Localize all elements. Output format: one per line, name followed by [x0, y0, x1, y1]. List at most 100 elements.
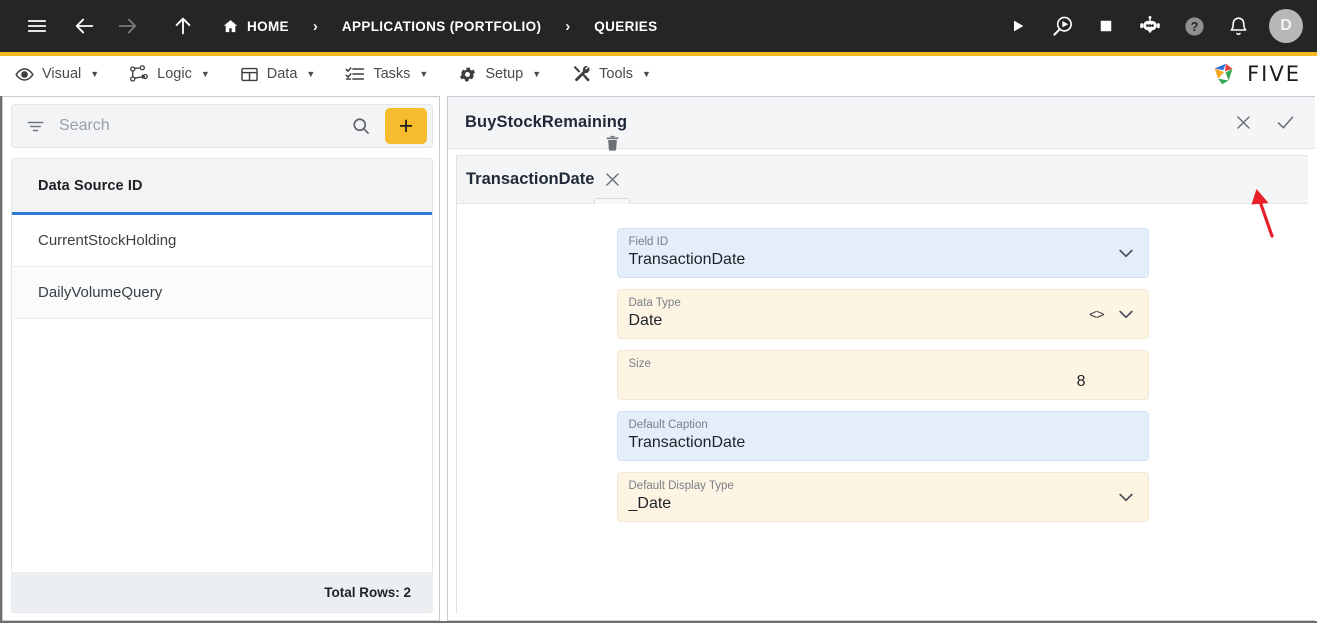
delete-button[interactable] — [594, 126, 630, 162]
help-icon[interactable]: ? — [1177, 9, 1211, 43]
menu-label-tools: Tools — [599, 66, 633, 82]
breadcrumb-separator: › — [565, 17, 571, 35]
total-rows-footer: Total Rows: 2 — [11, 572, 433, 612]
add-button[interactable]: + — [385, 108, 427, 144]
field-label: Data Type — [628, 297, 681, 309]
field-field-id[interactable]: Field ID TransactionDate — [616, 228, 1149, 278]
grid-icon — [240, 65, 259, 84]
application-window: HOME › APPLICATIONS (PORTFOLIO) › QUERIE… — [0, 0, 1317, 623]
field-controls — [1116, 473, 1136, 521]
field-value: Date — [628, 312, 663, 329]
home-icon — [222, 18, 239, 35]
chevron-down-icon: ▼ — [419, 69, 429, 79]
gear-icon — [458, 65, 477, 84]
breadcrumb-item-queries[interactable]: QUERIES — [590, 19, 661, 34]
field-default-caption[interactable]: Default Caption TransactionDate — [616, 411, 1149, 461]
menu-tasks[interactable]: Tasks ▼ — [330, 56, 443, 92]
field-header: TransactionDate — [457, 135, 1308, 234]
field-value: _Date — [628, 495, 672, 512]
field-editor-panel: TransactionDate Field ID TransactionDate… — [456, 135, 1308, 614]
arrow-up-icon[interactable] — [166, 9, 200, 43]
data-source-grid: Data Source ID CurrentStockHolding Daily… — [11, 158, 433, 613]
menu-logic[interactable]: Logic ▼ — [114, 56, 225, 92]
field-value: TransactionDate — [628, 251, 746, 268]
chevron-down-icon: ▼ — [90, 69, 100, 79]
chevron-down-icon: ▼ — [642, 69, 651, 79]
field-label: Field ID — [628, 236, 669, 248]
stop-icon[interactable] — [1089, 9, 1123, 43]
menu-visual[interactable]: Visual ▼ — [0, 56, 114, 92]
search-icon[interactable] — [345, 116, 377, 136]
brand-logo: FIVE — [1210, 56, 1301, 92]
arrow-forward-icon[interactable] — [110, 9, 144, 43]
five-mark-icon — [1210, 60, 1240, 88]
table-row[interactable]: DailyVolumeQuery — [12, 267, 432, 319]
checklist-icon — [345, 64, 365, 84]
field-controls — [1116, 229, 1136, 277]
menu-label-setup: Setup — [485, 66, 524, 82]
topbar-actions: ? D — [1001, 0, 1303, 52]
field-data-type[interactable]: Data Type Date <> — [616, 289, 1149, 339]
table-row[interactable]: CurrentStockHolding — [12, 215, 432, 267]
breadcrumb-label-home: HOME — [247, 18, 289, 34]
filter-icon[interactable] — [26, 117, 45, 136]
svg-text:?: ? — [1190, 19, 1198, 33]
breadcrumb-item-applications[interactable]: APPLICATIONS (PORTFOLIO) — [338, 19, 545, 34]
row-label: CurrentStockHolding — [38, 232, 177, 249]
window-left-edge — [0, 96, 2, 623]
row-label: DailyVolumeQuery — [38, 284, 163, 301]
play-icon[interactable] — [1001, 9, 1035, 43]
menu-tools[interactable]: Tools ▼ — [556, 56, 666, 92]
brand-name: FIVE — [1247, 62, 1301, 86]
search-bar: + — [11, 104, 433, 148]
menu-label-tasks: Tasks — [373, 66, 411, 82]
record-header: BuyStockRemaining — [448, 97, 1315, 149]
eye-icon — [15, 65, 34, 84]
save-button[interactable] — [1267, 105, 1303, 141]
search-input[interactable] — [59, 117, 345, 135]
breadcrumb-item-home[interactable]: HOME — [218, 18, 293, 35]
column-header-data-source-id[interactable]: Data Source ID — [12, 178, 143, 194]
close-button[interactable] — [1225, 105, 1261, 141]
record-editor-panel: BuyStockRemaining TransactionDate Field … — [447, 96, 1315, 621]
menu-label-logic: Logic — [157, 66, 192, 82]
menu-label-visual: Visual — [42, 66, 82, 82]
bell-icon[interactable] — [1221, 9, 1255, 43]
menu-setup[interactable]: Setup ▼ — [443, 56, 556, 92]
hamburger-icon[interactable] — [20, 9, 54, 43]
chevron-down-icon[interactable] — [1116, 243, 1136, 263]
chevron-down-icon: ▼ — [532, 69, 542, 79]
avatar[interactable]: D — [1269, 9, 1303, 43]
arrow-back-icon[interactable] — [68, 9, 102, 43]
field-label: Size — [628, 358, 651, 370]
grid-header-row: Data Source ID — [12, 159, 432, 215]
menu-data[interactable]: Data ▼ — [225, 56, 331, 92]
chevron-down-icon[interactable] — [1116, 304, 1136, 324]
field-value: TransactionDate — [628, 434, 746, 451]
top-navigation-bar: HOME › APPLICATIONS (PORTFOLIO) › QUERIE… — [0, 0, 1317, 52]
navigation-arrows — [68, 9, 200, 43]
menu-label-data: Data — [266, 66, 298, 82]
breadcrumb: HOME › APPLICATIONS (PORTFOLIO) › QUERIE… — [218, 18, 662, 35]
chevron-down-icon: ▼ — [200, 69, 210, 79]
code-icon[interactable]: <> — [1089, 306, 1104, 322]
field-value: 8 — [1076, 373, 1086, 390]
nodes-icon — [129, 64, 149, 84]
field-size[interactable]: Size 8 — [616, 350, 1149, 400]
field-form: Field ID TransactionDate Data Type Date … — [457, 204, 1308, 614]
data-source-list-panel: + Data Source ID CurrentStockHolding Dai… — [2, 96, 440, 621]
tools-icon — [571, 64, 591, 84]
chevron-down-icon: ▼ — [306, 69, 316, 79]
debug-search-icon[interactable] — [1045, 9, 1079, 43]
record-header-actions — [1225, 97, 1303, 148]
field-title: TransactionDate — [466, 170, 595, 188]
field-default-display-type[interactable]: Default Display Type _Date — [616, 472, 1149, 522]
chevron-down-icon[interactable] — [1116, 487, 1136, 507]
field-label: Default Caption — [628, 419, 708, 431]
field-label: Default Display Type — [628, 480, 734, 492]
breadcrumb-separator: › — [312, 17, 318, 35]
robot-icon[interactable] — [1133, 9, 1167, 43]
close-button[interactable] — [594, 162, 630, 198]
field-controls: <> — [1089, 290, 1135, 338]
menu-bar: Visual ▼ Logic ▼ Data ▼ Tasks ▼ Setup ▼ … — [0, 56, 1317, 92]
